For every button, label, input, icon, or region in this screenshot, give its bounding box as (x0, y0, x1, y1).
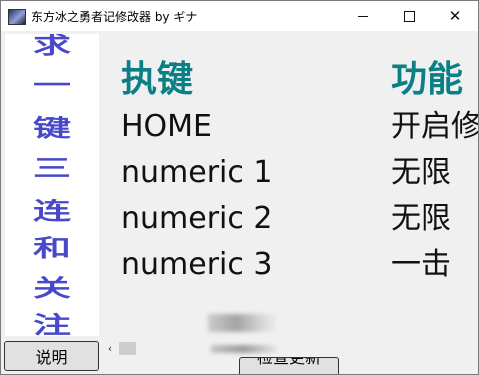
hotkey-key: numeric 3 (121, 247, 273, 282)
banner-char: 注 (32, 310, 71, 336)
function-label: 无限 (391, 155, 451, 190)
scroll-thumb[interactable] (119, 342, 136, 355)
minimize-icon (358, 15, 368, 17)
banner-char: 连 (32, 196, 71, 225)
help-button[interactable]: 说明 (4, 341, 99, 371)
app-icon (8, 9, 26, 25)
window-title: 东方冰之勇者记修改器 by ギナ (31, 10, 198, 24)
blurred-watermark (208, 314, 278, 332)
function-label: 开启修改 (391, 109, 478, 144)
check-update-button[interactable]: 检查更新 (239, 357, 339, 374)
banner-char: 求 (32, 34, 71, 59)
hotkey-key: numeric 2 (121, 201, 273, 236)
close-icon: ✕ (448, 7, 462, 25)
maximize-button[interactable] (386, 1, 432, 31)
minimize-button[interactable] (340, 1, 386, 31)
hotkey-key: numeric 1 (121, 155, 273, 190)
close-button[interactable]: ✕ (432, 1, 478, 31)
check-update-label: 检查更新 (256, 357, 321, 367)
horizontal-scrollbar[interactable]: ‹ (103, 340, 478, 357)
hotkey-key: HOME (121, 109, 213, 144)
scroll-left-icon[interactable]: ‹ (103, 340, 117, 357)
banner-char: 三 (32, 153, 71, 182)
banner-char: 键 (32, 113, 71, 142)
banner-char: 关 (32, 273, 71, 302)
function-column: 功能 开启修改 无限 无限 一击 (391, 34, 478, 288)
banner-char: 一 (32, 70, 71, 99)
side-banner-image: 求 一 键 三 连 和 关 注 (5, 34, 99, 336)
hotkey-header: 执键 (121, 59, 194, 100)
function-header: 功能 (391, 59, 464, 100)
hotkey-column: 执键 HOME numeric 1 numeric 2 numeric 3 (121, 34, 273, 288)
blurred-watermark (211, 345, 277, 353)
title-bar[interactable]: 东方冰之勇者记修改器 by ギナ ✕ (1, 1, 478, 31)
function-label: 无限 (391, 201, 451, 236)
function-label: 一击 (391, 247, 451, 282)
maximize-icon (403, 10, 415, 22)
banner-char: 和 (32, 233, 71, 262)
hotkey-panel: 执键 HOME numeric 1 numeric 2 numeric 3 功能… (103, 34, 478, 340)
app-window: 东方冰之勇者记修改器 by ギナ ✕ 求 一 键 三 连 和 关 注 执键 HO… (0, 0, 479, 375)
